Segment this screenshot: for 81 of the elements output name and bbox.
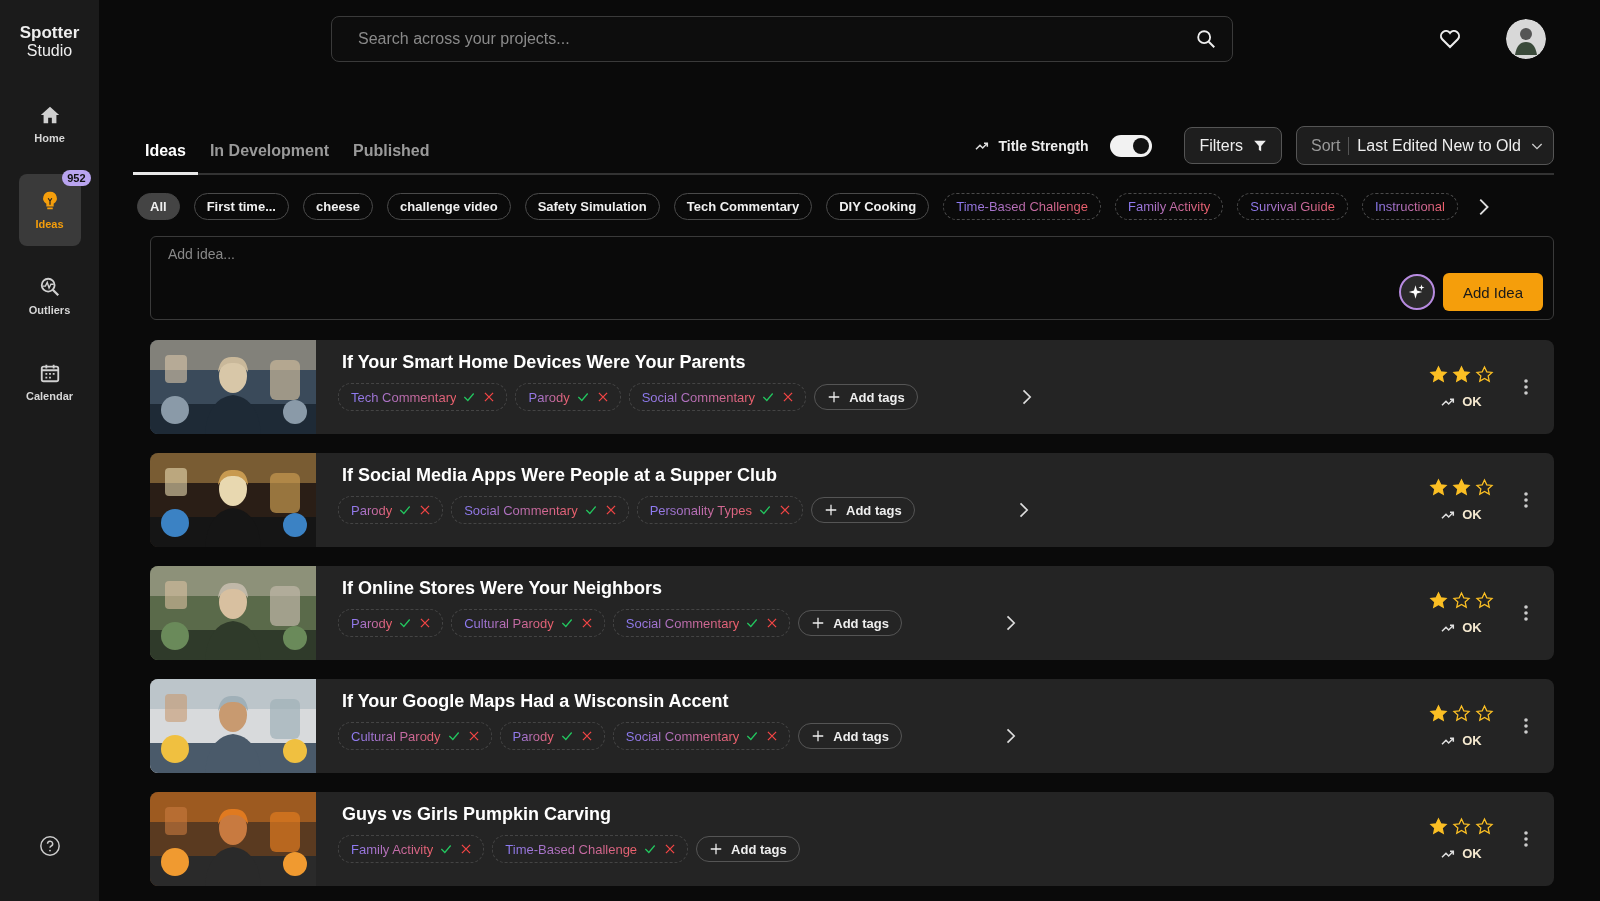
plus-icon <box>709 842 724 856</box>
star-outline-icon[interactable] <box>1451 703 1471 723</box>
check-icon[interactable] <box>643 842 658 856</box>
strength-rating: OK <box>1462 394 1482 409</box>
nav-item[interactable]: Home <box>18 88 81 160</box>
plus-icon <box>827 390 842 404</box>
idea-title: Guys vs Girls Pumpkin Carving <box>341 804 613 825</box>
check-icon[interactable] <box>559 729 574 743</box>
tab[interactable]: In Development <box>197 142 342 175</box>
title-strength-label: Title Strength <box>998 137 1089 154</box>
check-icon[interactable] <box>559 616 574 630</box>
idea-title: If Your Smart Home Devices Were Your Parents <box>341 352 747 373</box>
calendar-icon <box>38 362 61 384</box>
count-badge: 952 <box>62 170 91 186</box>
more-options-icon[interactable] <box>1523 604 1529 622</box>
star-outline-icon[interactable] <box>1474 703 1494 723</box>
check-icon[interactable] <box>761 390 776 404</box>
tab[interactable]: Published <box>341 142 442 175</box>
nav-item[interactable]: Outliers <box>18 260 81 332</box>
help-icon[interactable] <box>38 835 61 857</box>
search-field[interactable]: Search across your projects... <box>331 16 1233 62</box>
idea-title: If Social Media Apps Were People at a Supper Club <box>341 465 779 486</box>
nav-item[interactable]: Calendar <box>18 346 81 418</box>
strength-rating: OK <box>1462 620 1482 635</box>
star-filled-icon[interactable] <box>1428 816 1448 836</box>
check-icon[interactable] <box>583 503 598 517</box>
idea-card[interactable]: If Online Stores Were Your Neighbors Parody Cultural Parody Social Commentary Add tags OK <box>150 566 1554 660</box>
toggle-switch[interactable] <box>1110 134 1153 157</box>
more-options-icon[interactable] <box>1523 717 1529 735</box>
star-filled-icon[interactable] <box>1428 703 1448 723</box>
filter-icon <box>1253 138 1267 153</box>
star-filled-icon[interactable] <box>1451 364 1471 384</box>
star-filled-icon[interactable] <box>1451 477 1471 497</box>
check-icon[interactable] <box>398 503 413 517</box>
check-icon[interactable] <box>446 729 461 743</box>
idea-card[interactable]: Guys vs Girls Pumpkin Carving Family Activity Time-Based Challenge Add tags OK <box>150 792 1554 886</box>
strength-rating: OK <box>1462 507 1482 522</box>
plus-icon <box>811 616 826 630</box>
star-outline-icon[interactable] <box>1451 590 1471 610</box>
check-icon[interactable] <box>398 616 413 630</box>
plus-icon <box>811 729 826 743</box>
check-icon[interactable] <box>758 503 772 517</box>
idea-title: If Online Stores Were Your Neighbors <box>341 578 664 599</box>
close-icon[interactable] <box>778 503 792 517</box>
star-outline-icon[interactable] <box>1474 816 1494 836</box>
idea-card[interactable]: If Social Media Apps Were People at a Supper Club Parody Social Commentary Personality Types Add tags OK <box>150 453 1554 547</box>
idea-card[interactable]: If Your Google Maps Had a Wisconsin Accent Cultural Parody Parody Social Commentary Add tags OK <box>150 679 1554 773</box>
strength-rating: OK <box>1462 846 1482 861</box>
strength-rating: OK <box>1462 733 1482 748</box>
home-icon <box>38 104 61 126</box>
idea-input[interactable]: Add idea... <box>166 245 1543 263</box>
ai-sparkle-button[interactable] <box>1398 274 1435 310</box>
idea-title: If Your Google Maps Had a Wisconsin Accent <box>341 691 730 712</box>
idea-card[interactable]: If Your Smart Home Devices Were Your Parents Tech Commentary Parody Social Commentary Add tags OK <box>150 340 1554 434</box>
avatar[interactable] <box>1506 19 1546 59</box>
star-filled-icon[interactable] <box>1428 364 1448 384</box>
brand-subtitle: Studio <box>26 42 73 60</box>
more-options-icon[interactable] <box>1523 378 1529 396</box>
star-outline-icon[interactable] <box>1474 477 1494 497</box>
check-icon[interactable] <box>439 842 454 856</box>
sort-dropdown[interactable]: Sort Last Edited New to Old <box>1296 126 1554 165</box>
heart-icon[interactable] <box>1438 27 1462 51</box>
star-filled-icon[interactable] <box>1428 477 1448 497</box>
plus-icon <box>824 503 838 517</box>
filters-button[interactable]: Filters <box>1184 127 1282 164</box>
check-icon[interactable] <box>745 729 760 743</box>
brand-name: Spotter <box>19 24 80 42</box>
star-outline-icon[interactable] <box>1474 364 1494 384</box>
filter-chip[interactable]: All <box>137 193 180 220</box>
magnifier-pulse-icon <box>38 276 61 298</box>
more-options-icon[interactable] <box>1523 491 1529 509</box>
star-filled-icon[interactable] <box>1428 590 1448 610</box>
check-icon[interactable] <box>462 390 477 404</box>
star-outline-icon[interactable] <box>1451 816 1471 836</box>
check-icon[interactable] <box>745 616 760 630</box>
tab[interactable]: Ideas <box>133 142 198 175</box>
star-outline-icon[interactable] <box>1474 590 1494 610</box>
add-idea-button[interactable]: Add Idea <box>1442 273 1543 311</box>
check-icon[interactable] <box>575 390 590 404</box>
search-icon[interactable] <box>1195 28 1217 50</box>
more-options-icon[interactable] <box>1523 830 1529 848</box>
